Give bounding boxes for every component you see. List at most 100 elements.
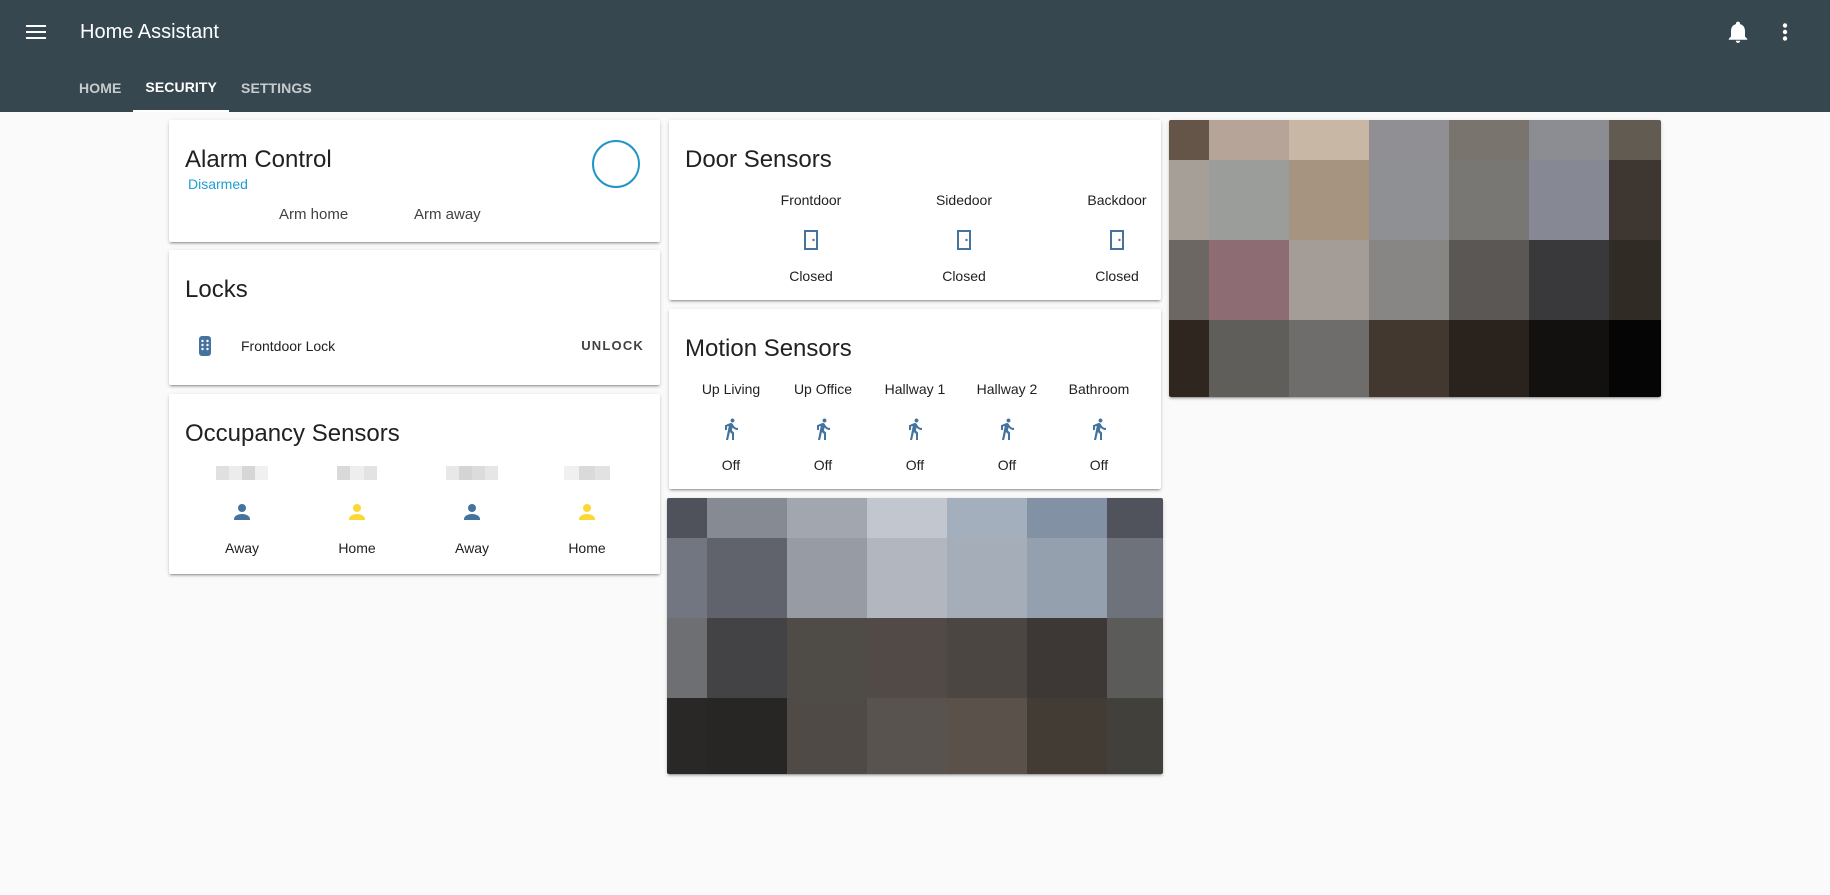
- camera-pixel: [667, 538, 707, 618]
- locks-card: Locks Frontdoor Lock UNLOCK: [169, 250, 660, 385]
- motion-run-icon: [681, 417, 781, 441]
- occupancy-person-1[interactable]: Away: [192, 466, 292, 556]
- door-sensor-frontdoor[interactable]: Frontdoor Closed: [761, 192, 861, 284]
- person-state: Away: [455, 540, 489, 556]
- camera-pixel: [1107, 538, 1163, 618]
- sensor-name: Hallway 2: [976, 381, 1038, 397]
- app-header: Home Assistant HOME SECURITY SETTINGS: [0, 0, 1830, 112]
- camera-pixel: [947, 538, 1027, 618]
- door-sensor-backdoor[interactable]: Backdoor Closed: [1067, 192, 1161, 284]
- sensor-name: Up Office: [793, 381, 853, 397]
- sensor-name: Frontdoor: [780, 192, 842, 208]
- camera-pixel: [1609, 120, 1661, 160]
- camera-pixel: [1449, 120, 1529, 160]
- motion-run-icon: [865, 417, 965, 441]
- person-name-blurred: [446, 466, 498, 480]
- motion-sensor-hallway-2[interactable]: Hallway 2 Off: [957, 381, 1057, 473]
- alarm-status: Disarmed: [188, 176, 248, 192]
- camera-pixel: [1449, 240, 1529, 320]
- camera-pixel: [1027, 618, 1107, 698]
- camera-pixel: [667, 698, 707, 774]
- view-tabs: HOME SECURITY SETTINGS: [67, 64, 324, 112]
- sensor-name: Hallway 1: [884, 381, 946, 397]
- camera-pixel: [1289, 160, 1369, 240]
- camera-pixel: [787, 618, 867, 698]
- camera-pixel: [1107, 698, 1163, 774]
- camera-pixel: [1107, 618, 1163, 698]
- occupancy-person-3[interactable]: Away: [422, 466, 522, 556]
- camera-pixel: [787, 538, 867, 618]
- camera-feed-bottom[interactable]: [667, 498, 1163, 774]
- camera-pixel: [1209, 120, 1289, 160]
- camera-pixel: [1609, 320, 1661, 397]
- person-state: Home: [338, 540, 376, 556]
- motion-sensor-up-office[interactable]: Up Office Off: [773, 381, 873, 473]
- door-sensors-title: Door Sensors: [685, 146, 832, 173]
- occupancy-person-2[interactable]: Home: [307, 466, 407, 556]
- motion-sensors-card: Motion Sensors Up Living Off Up Office O…: [669, 309, 1161, 489]
- camera-pixel: [1529, 160, 1609, 240]
- sensor-state: Off: [997, 457, 1017, 473]
- person-icon: [422, 500, 522, 524]
- occupancy-person-4[interactable]: Home: [537, 466, 637, 556]
- camera-pixel: [1369, 160, 1449, 240]
- bell-icon[interactable]: [1722, 16, 1754, 48]
- motion-sensor-up-living[interactable]: Up Living Off: [681, 381, 781, 473]
- motion-run-icon: [773, 417, 873, 441]
- camera-pixel: [1369, 320, 1449, 397]
- sensor-state: Closed: [789, 268, 833, 284]
- camera-pixel: [1027, 698, 1107, 774]
- camera-pixel: [1449, 320, 1529, 397]
- camera-pixel: [1609, 240, 1661, 320]
- arm-away-button[interactable]: Arm away: [414, 206, 481, 223]
- camera-pixel: [1209, 240, 1289, 320]
- tab-settings[interactable]: SETTINGS: [229, 64, 324, 112]
- camera-pixel: [1529, 320, 1609, 397]
- camera-pixel: [947, 698, 1027, 774]
- more-vertical-icon[interactable]: [1769, 16, 1801, 48]
- door-closed-icon: [1067, 228, 1161, 252]
- person-state: Home: [568, 540, 606, 556]
- occupancy-sensors-card: Occupancy Sensors Away Home Away Home: [169, 394, 660, 574]
- tab-home[interactable]: HOME: [67, 64, 133, 112]
- motion-run-icon: [1049, 417, 1149, 441]
- tab-security[interactable]: SECURITY: [133, 64, 229, 112]
- alarm-state-ring[interactable]: [592, 140, 640, 188]
- motion-run-icon: [957, 417, 1057, 441]
- camera-pixel: [1289, 240, 1369, 320]
- person-icon: [192, 500, 292, 524]
- camera-pixel: [667, 618, 707, 698]
- motion-sensor-bathroom[interactable]: Bathroom Off: [1049, 381, 1149, 473]
- sensor-name: Up Living: [701, 381, 761, 397]
- sensor-state: Off: [721, 457, 741, 473]
- camera-pixel: [787, 498, 867, 538]
- camera-pixel: [1209, 320, 1289, 397]
- camera-pixel: [1209, 160, 1289, 240]
- alarm-control-title: Alarm Control: [185, 146, 332, 173]
- camera-pixel: [1369, 240, 1449, 320]
- camera-pixel: [1169, 320, 1209, 397]
- camera-pixel: [867, 698, 947, 774]
- camera-pixel: [1169, 160, 1209, 240]
- sensor-name: Bathroom: [1068, 381, 1130, 397]
- camera-pixel: [867, 538, 947, 618]
- door-closed-icon: [761, 228, 861, 252]
- camera-pixel: [1107, 498, 1163, 538]
- camera-pixel: [1609, 160, 1661, 240]
- person-name-blurred: [337, 466, 377, 480]
- camera-feed-top-right[interactable]: [1169, 120, 1661, 397]
- lock-keypad-icon[interactable]: [193, 334, 217, 358]
- unlock-button[interactable]: UNLOCK: [581, 338, 644, 353]
- locks-title: Locks: [185, 276, 248, 303]
- camera-pixel: [947, 618, 1027, 698]
- motion-sensor-hallway-1[interactable]: Hallway 1 Off: [865, 381, 965, 473]
- camera-pixel: [1529, 240, 1609, 320]
- camera-pixel: [667, 498, 707, 538]
- camera-pixel: [1289, 120, 1369, 160]
- door-sensor-sidedoor[interactable]: Sidedoor Closed: [914, 192, 1014, 284]
- arm-home-button[interactable]: Arm home: [279, 206, 348, 223]
- camera-pixel: [1449, 160, 1529, 240]
- hamburger-menu-icon[interactable]: [20, 16, 52, 48]
- camera-pixel: [1169, 240, 1209, 320]
- sensor-state: Closed: [1095, 268, 1139, 284]
